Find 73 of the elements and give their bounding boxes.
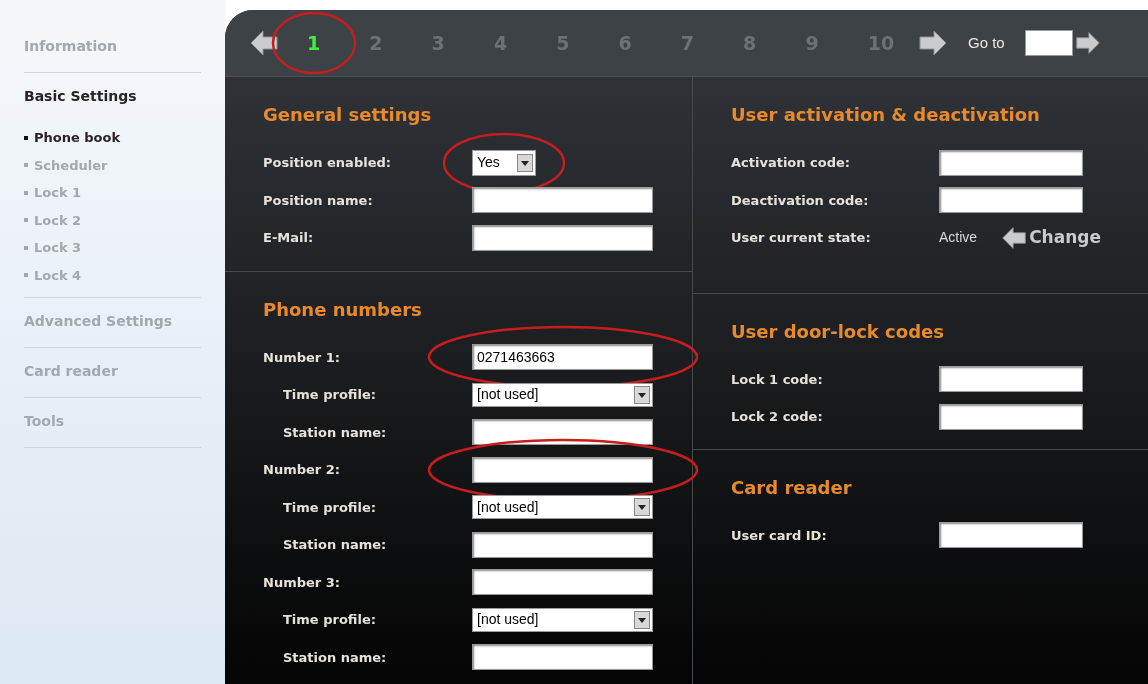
field-label: Time profile: bbox=[282, 386, 377, 404]
sidebar-item[interactable]: Basic Settings bbox=[24, 84, 201, 108]
text-field[interactable] bbox=[472, 456, 653, 483]
sidebar-item[interactable]: Card reader bbox=[24, 359, 201, 383]
caret-icon bbox=[634, 498, 650, 517]
sidebar-item[interactable]: Advanced Settings bbox=[24, 309, 201, 333]
field-label: Lock 2 code: bbox=[731, 408, 824, 426]
bullet-icon bbox=[24, 190, 28, 195]
text-field[interactable] bbox=[939, 149, 1083, 176]
dropdown[interactable]: [not used] bbox=[472, 607, 653, 632]
field-label: Position name: bbox=[263, 191, 374, 210]
field-label: Activation code: bbox=[731, 154, 852, 172]
arrow-right-icon bbox=[1074, 30, 1101, 56]
sidebar-subitem[interactable]: Lock 4 bbox=[24, 261, 201, 289]
field-label: Number 3: bbox=[263, 573, 341, 592]
text-field[interactable] bbox=[939, 187, 1083, 214]
dropdown[interactable]: Yes bbox=[472, 149, 536, 176]
section-heading: User activation & deactivation bbox=[731, 103, 1041, 127]
sidebar-subitem[interactable]: Lock 1 bbox=[24, 179, 201, 207]
field-label: Station name: bbox=[282, 648, 388, 667]
text-field[interactable]: 0271463663 bbox=[472, 344, 653, 371]
dropdown[interactable]: [not used] bbox=[472, 495, 653, 520]
field-label: Position enabled: bbox=[263, 154, 392, 172]
goto-field[interactable] bbox=[1024, 30, 1073, 56]
sidebar-subitem[interactable]: Scheduler bbox=[24, 151, 201, 179]
bullet-icon bbox=[24, 273, 28, 278]
section-heading: General settings bbox=[263, 103, 433, 127]
text-field[interactable] bbox=[939, 403, 1083, 430]
text-field[interactable] bbox=[472, 531, 653, 558]
field-label: User card ID: bbox=[731, 526, 828, 545]
text-field[interactable] bbox=[472, 419, 653, 446]
goto-label: Go to bbox=[967, 32, 1005, 53]
text-field[interactable] bbox=[939, 522, 1083, 549]
section-heading: User door-lock codes bbox=[731, 319, 945, 344]
bullet-icon bbox=[24, 245, 28, 250]
text-field[interactable] bbox=[939, 366, 1083, 393]
field-label: Lock 1 code: bbox=[731, 370, 824, 389]
sidebar-subitem[interactable]: Lock 3 bbox=[24, 234, 201, 262]
arrow-left-icon bbox=[1001, 224, 1028, 251]
bullet-icon bbox=[24, 163, 28, 168]
field-label: E-Mail: bbox=[263, 229, 315, 247]
go-button[interactable] bbox=[1074, 30, 1101, 56]
field-label: Number 2: bbox=[263, 461, 341, 479]
arrow-right-icon bbox=[917, 28, 948, 58]
state-value: Active bbox=[939, 228, 978, 248]
text-field[interactable] bbox=[472, 569, 653, 596]
text-field[interactable] bbox=[472, 644, 653, 671]
arrow-left-icon bbox=[249, 28, 279, 58]
change-button[interactable]: Change bbox=[1001, 224, 1101, 251]
dropdown[interactable]: [not used] bbox=[472, 382, 653, 407]
field-label: Station name: bbox=[282, 423, 388, 442]
field-label: Time profile: bbox=[282, 611, 377, 629]
bullet-icon bbox=[24, 218, 28, 223]
text-field[interactable] bbox=[472, 187, 653, 214]
section-heading: Phone numbers bbox=[263, 297, 423, 322]
page-link[interactable]: 1 bbox=[307, 28, 321, 58]
field-label: User current state: bbox=[731, 229, 872, 247]
previous-button[interactable] bbox=[249, 28, 279, 58]
field-label: Number 1: bbox=[263, 348, 341, 367]
sidebar-subitem[interactable]: Phone book bbox=[24, 124, 201, 152]
bullet-icon bbox=[24, 135, 28, 140]
next-button[interactable] bbox=[917, 28, 948, 58]
sidebar-item[interactable]: Information bbox=[24, 34, 201, 58]
field-label: Deactivation code: bbox=[731, 191, 870, 210]
sidebar-subitem[interactable]: Lock 2 bbox=[24, 206, 201, 234]
caret-icon bbox=[634, 610, 650, 629]
field-label: Time profile: bbox=[282, 498, 377, 517]
caret-icon bbox=[517, 153, 533, 172]
field-label: Station name: bbox=[282, 536, 388, 554]
sidebar-item[interactable]: Tools bbox=[24, 409, 201, 433]
caret-icon bbox=[634, 385, 650, 404]
section-heading: Card reader bbox=[731, 475, 853, 500]
text-field[interactable] bbox=[472, 224, 653, 251]
